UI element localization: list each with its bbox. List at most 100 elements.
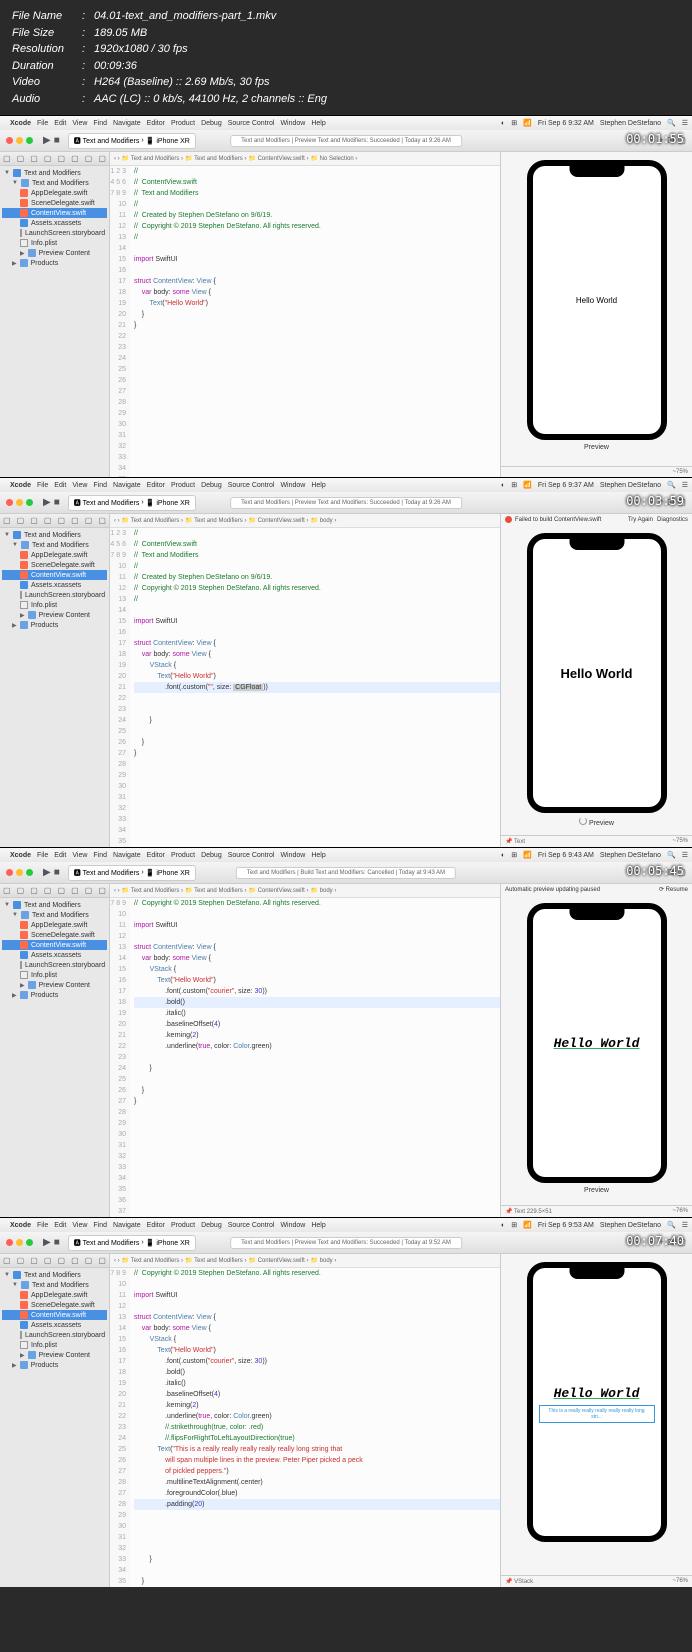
menubar-icon[interactable]: ◐ <box>501 120 505 127</box>
menu-product[interactable]: Product <box>171 852 195 859</box>
wifi-icon[interactable]: 📶 <box>523 1221 532 1229</box>
menu-file[interactable]: File <box>37 482 48 489</box>
project-folder[interactable]: ▼Text and Modifiers <box>2 178 107 188</box>
menu-source control[interactable]: Source Control <box>228 852 275 859</box>
menu-source control[interactable]: Source Control <box>228 1222 275 1229</box>
code-editor[interactable]: 7 8 9 10 11 12 13 14 15 16 17 18 19 20 2… <box>110 1268 500 1587</box>
menu-window[interactable]: Window <box>280 482 305 489</box>
resume-button[interactable]: ⟳ Resume <box>659 886 688 893</box>
project-folder[interactable]: ▼Text and Modifiers <box>2 540 107 550</box>
menu-product[interactable]: Product <box>171 1222 195 1229</box>
error-diagnostics-button[interactable]: Diagnostics <box>657 517 688 523</box>
menu-source control[interactable]: Source Control <box>228 120 275 127</box>
error-try-again-button[interactable]: Try Again <box>628 517 653 523</box>
wifi-icon[interactable]: 📶 <box>523 851 532 859</box>
menu-find[interactable]: Find <box>93 1222 107 1229</box>
search-icon[interactable]: 🔍 <box>667 1221 676 1229</box>
scheme-selector[interactable]: 🅰 Text and Modifiers › 📱 iPhone XR <box>68 133 196 149</box>
user-name[interactable]: Stephen DeStefano <box>600 482 661 489</box>
project-root[interactable]: ▼Text and Modifiers <box>2 168 107 178</box>
menu-help[interactable]: Help <box>311 852 325 859</box>
file-Assets.xcassets[interactable]: Assets.xcassets <box>2 580 107 590</box>
file-SceneDelegate.swift[interactable]: SceneDelegate.swift <box>2 198 107 208</box>
jump-bar[interactable]: ‹ ›📁 Text and Modifiers ›📁 Text and Modi… <box>110 1254 500 1268</box>
window-controls[interactable] <box>0 1239 39 1246</box>
file-AppDelegate.swift[interactable]: AppDelegate.swift <box>2 1290 107 1300</box>
app-menu[interactable]: Xcode <box>10 482 31 489</box>
menu-window[interactable]: Window <box>280 1222 305 1229</box>
window-controls[interactable] <box>0 137 39 144</box>
menu-navigate[interactable]: Navigate <box>113 120 141 127</box>
clock[interactable]: Fri Sep 6 9:37 AM <box>538 482 594 489</box>
app-menu[interactable]: Xcode <box>10 120 31 127</box>
file-SceneDelegate.swift[interactable]: SceneDelegate.swift <box>2 930 107 940</box>
file-LaunchScreen.storyboard[interactable]: LaunchScreen.storyboard <box>2 228 107 238</box>
notifications-icon[interactable]: ☰ <box>682 119 688 127</box>
menu-file[interactable]: File <box>37 1222 48 1229</box>
file-SceneDelegate.swift[interactable]: SceneDelegate.swift <box>2 560 107 570</box>
file-ContentView.swift[interactable]: ContentView.swift <box>2 570 107 580</box>
search-icon[interactable]: 🔍 <box>667 119 676 127</box>
menubar-icon[interactable]: ◐ <box>501 852 505 859</box>
notifications-icon[interactable]: ☰ <box>682 1221 688 1229</box>
run-button[interactable]: ▶ <box>43 1237 51 1248</box>
menu-window[interactable]: Window <box>280 120 305 127</box>
file-Assets.xcassets[interactable]: Assets.xcassets <box>2 1320 107 1330</box>
user-name[interactable]: Stephen DeStefano <box>600 120 661 127</box>
preview-content-folder[interactable]: ▶Preview Content <box>2 610 107 620</box>
products-folder[interactable]: ▶Products <box>2 990 107 1000</box>
window-controls[interactable] <box>0 869 39 876</box>
file-ContentView.swift[interactable]: ContentView.swift <box>2 1310 107 1320</box>
menu-view[interactable]: View <box>72 852 87 859</box>
device-preview[interactable]: Hello World <box>527 533 667 813</box>
preview-content-folder[interactable]: ▶Preview Content <box>2 1350 107 1360</box>
menu-help[interactable]: Help <box>311 1222 325 1229</box>
menu-file[interactable]: File <box>37 120 48 127</box>
clock[interactable]: Fri Sep 6 9:32 AM <box>538 120 594 127</box>
file-SceneDelegate.swift[interactable]: SceneDelegate.swift <box>2 1300 107 1310</box>
device-preview[interactable]: Hello World <box>527 160 667 440</box>
file-Info.plist[interactable]: Info.plist <box>2 600 107 610</box>
menu-debug[interactable]: Debug <box>201 1222 222 1229</box>
run-button[interactable]: ▶ <box>43 497 51 508</box>
file-LaunchScreen.storyboard[interactable]: LaunchScreen.storyboard <box>2 590 107 600</box>
stop-button[interactable]: ■ <box>54 135 60 146</box>
stop-button[interactable]: ■ <box>54 497 60 508</box>
file-Info.plist[interactable]: Info.plist <box>2 1340 107 1350</box>
menu-help[interactable]: Help <box>311 482 325 489</box>
run-button[interactable]: ▶ <box>43 867 51 878</box>
navigator-tabs[interactable]: ▢▢▢▢▢▢▢▢ <box>0 884 109 898</box>
file-LaunchScreen.storyboard[interactable]: LaunchScreen.storyboard <box>2 960 107 970</box>
menubar-icon[interactable]: ⊞ <box>511 1221 517 1229</box>
file-AppDelegate.swift[interactable]: AppDelegate.swift <box>2 920 107 930</box>
file-ContentView.swift[interactable]: ContentView.swift <box>2 208 107 218</box>
menu-file[interactable]: File <box>37 852 48 859</box>
menu-window[interactable]: Window <box>280 852 305 859</box>
wifi-icon[interactable]: 📶 <box>523 481 532 489</box>
device-preview[interactable]: Hello World <box>527 903 667 1183</box>
menubar-icon[interactable]: ⊞ <box>511 851 517 859</box>
notifications-icon[interactable]: ☰ <box>682 851 688 859</box>
menu-navigate[interactable]: Navigate <box>113 852 141 859</box>
menubar-icon[interactable]: ◐ <box>501 482 505 489</box>
jump-bar[interactable]: ‹ ›📁 Text and Modifiers ›📁 Text and Modi… <box>110 514 500 528</box>
menu-find[interactable]: Find <box>93 852 107 859</box>
file-Assets.xcassets[interactable]: Assets.xcassets <box>2 950 107 960</box>
menu-editor[interactable]: Editor <box>147 120 165 127</box>
menu-navigate[interactable]: Navigate <box>113 1222 141 1229</box>
navigator-tabs[interactable]: ▢▢▢▢▢▢▢▢ <box>0 514 109 528</box>
file-AppDelegate.swift[interactable]: AppDelegate.swift <box>2 550 107 560</box>
clock[interactable]: Fri Sep 6 9:43 AM <box>538 852 594 859</box>
menu-product[interactable]: Product <box>171 120 195 127</box>
navigator-tabs[interactable]: ▢▢▢▢▢▢▢▢ <box>0 1254 109 1268</box>
app-menu[interactable]: Xcode <box>10 852 31 859</box>
menu-debug[interactable]: Debug <box>201 852 222 859</box>
code-editor[interactable]: 7 8 9 10 11 12 13 14 15 16 17 18 19 20 2… <box>110 898 500 1217</box>
project-root[interactable]: ▼Text and Modifiers <box>2 900 107 910</box>
project-root[interactable]: ▼Text and Modifiers <box>2 1270 107 1280</box>
scheme-selector[interactable]: 🅰 Text and Modifiers › 📱 iPhone XR <box>68 865 196 881</box>
scheme-selector[interactable]: 🅰 Text and Modifiers › 📱 iPhone XR <box>68 1235 196 1251</box>
file-AppDelegate.swift[interactable]: AppDelegate.swift <box>2 188 107 198</box>
menu-editor[interactable]: Editor <box>147 1222 165 1229</box>
file-LaunchScreen.storyboard[interactable]: LaunchScreen.storyboard <box>2 1330 107 1340</box>
